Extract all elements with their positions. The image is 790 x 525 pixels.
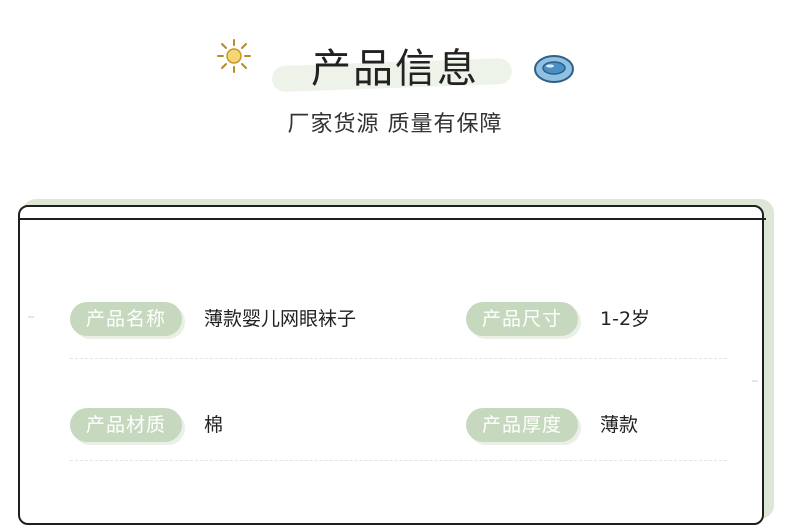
row-divider: [70, 358, 727, 359]
card-header-line: [18, 218, 766, 220]
page-subtitle: 厂家货源 质量有保障: [287, 112, 503, 137]
row-divider: [70, 460, 727, 461]
value-product-thickness: 薄款: [600, 414, 639, 436]
value-product-name: 薄款婴儿网眼袜子: [204, 308, 357, 330]
label-product-size: 产品尺寸: [466, 302, 578, 336]
edge-mark: [28, 316, 34, 318]
edge-mark: [752, 380, 758, 382]
label-product-name: 产品名称: [70, 302, 182, 336]
value-product-size: 1-2岁: [600, 308, 651, 330]
plate-icon: [534, 55, 574, 83]
page-header: 产品信息 厂家货源 质量有保障: [0, 0, 790, 170]
value-product-material: 棉: [204, 414, 224, 436]
product-info-card: [18, 205, 764, 525]
page-title: 产品信息: [311, 46, 479, 92]
label-product-material: 产品材质: [70, 408, 182, 442]
label-product-thickness: 产品厚度: [466, 408, 578, 442]
